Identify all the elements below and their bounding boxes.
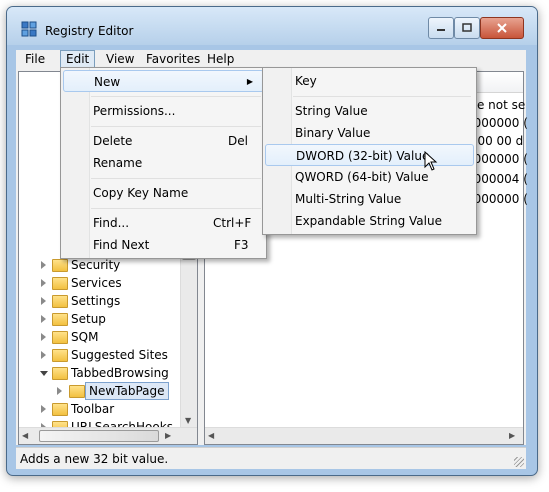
tree-item-label: SQM <box>71 330 99 344</box>
menu-item-find[interactable]: Find... Ctrl+F <box>63 212 264 234</box>
expand-arrow-icon[interactable] <box>41 405 46 413</box>
menu-item-label: String Value <box>295 104 368 118</box>
submenu-item-multi-string-value[interactable]: Multi-String Value <box>265 188 474 210</box>
expand-arrow-icon[interactable] <box>41 297 46 305</box>
close-icon <box>497 23 507 33</box>
window-title: Registry Editor <box>45 24 134 38</box>
menu-item-label: Key <box>295 74 317 88</box>
tree-item-label: Suggested Sites <box>71 348 168 362</box>
menu-separator <box>91 126 261 127</box>
folder-icon <box>52 277 68 290</box>
maximize-button[interactable] <box>454 17 480 39</box>
menu-item-label: Find Next <box>93 238 150 252</box>
menu-item-shortcut: F3 <box>234 238 249 252</box>
menu-file[interactable]: File <box>19 51 51 68</box>
menu-item-label: Binary Value <box>295 126 371 140</box>
menu-item-permissions[interactable]: Permissions... <box>63 100 264 122</box>
tree-item-label: Toolbar <box>71 402 115 416</box>
values-horizontal-scrollbar[interactable]: ◀ ▶ <box>205 427 523 444</box>
minimize-button[interactable] <box>428 17 454 39</box>
submenu-item-qword-value[interactable]: QWORD (64-bit) Value <box>265 166 474 188</box>
scroll-down-icon[interactable]: ▼ <box>185 416 191 425</box>
resize-grip-icon[interactable] <box>514 457 524 467</box>
expand-arrow-icon[interactable] <box>41 333 46 341</box>
folder-icon <box>52 313 68 326</box>
scroll-left-icon[interactable]: ◀ <box>22 431 28 440</box>
menu-item-label: DWORD (32-bit) Value <box>296 149 430 163</box>
menu-item-delete[interactable]: Delete Del <box>63 130 264 152</box>
folder-icon <box>52 403 68 416</box>
edit-menu: New ▶ Permissions... Delete Del Rename C… <box>60 67 267 259</box>
menu-item-rename[interactable]: Rename <box>63 152 264 174</box>
submenu-arrow-icon: ▶ <box>246 77 253 86</box>
menu-item-label: QWORD (64-bit) Value <box>295 170 429 184</box>
submenu-item-binary-value[interactable]: Binary Value <box>265 122 474 144</box>
menu-item-label: Find... <box>93 216 130 230</box>
expand-arrow-icon[interactable] <box>41 261 46 269</box>
menu-separator <box>91 178 261 179</box>
new-submenu: Key String Value Binary Value DWORD (32-… <box>262 67 477 235</box>
submenu-item-key[interactable]: Key <box>265 70 474 92</box>
menu-separator <box>293 96 471 97</box>
menu-separator <box>91 96 261 97</box>
registry-editor-icon <box>21 21 37 37</box>
menu-item-copy-key-name[interactable]: Copy Key Name <box>63 182 264 204</box>
tree-item-label: Services <box>71 276 122 290</box>
submenu-item-string-value[interactable]: String Value <box>265 100 474 122</box>
menu-item-label: Permissions... <box>93 104 176 118</box>
status-text: Adds a new 32 bit value. <box>20 452 169 466</box>
close-button[interactable] <box>480 17 524 39</box>
menu-view[interactable]: View <box>100 51 140 68</box>
menu-item-label: Expandable String Value <box>295 214 442 228</box>
menu-item-find-next[interactable]: Find Next F3 <box>63 234 264 256</box>
title-bar[interactable]: Registry Editor <box>7 7 537 45</box>
menu-item-shortcut: Del <box>228 134 248 148</box>
scroll-thumb[interactable] <box>39 430 159 442</box>
menu-item-label: Multi-String Value <box>295 192 402 206</box>
tree-horizontal-scrollbar[interactable]: ◀ ▶ <box>19 427 197 444</box>
status-bar: Adds a new 32 bit value. <box>16 447 526 469</box>
expand-arrow-icon[interactable] <box>57 387 62 395</box>
menu-help[interactable]: Help <box>201 51 240 68</box>
expand-arrow-icon[interactable] <box>41 279 46 287</box>
menu-item-label: New <box>94 75 121 89</box>
submenu-item-dword-value[interactable]: DWORD (32-bit) Value <box>265 144 474 166</box>
menu-item-label: Delete <box>93 134 133 148</box>
tree-item-label: Setup <box>71 312 106 326</box>
scroll-left-icon[interactable]: ◀ <box>208 431 214 440</box>
scroll-right-icon[interactable]: ▶ <box>509 431 515 440</box>
folder-icon <box>69 385 85 398</box>
tree-item-label: Settings <box>71 294 121 308</box>
menu-item-label: Copy Key Name <box>93 186 189 200</box>
expand-arrow-icon[interactable] <box>41 351 46 359</box>
mouse-pointer-icon <box>424 151 438 171</box>
menu-item-label: Rename <box>93 156 143 170</box>
minimize-icon <box>437 29 445 31</box>
maximize-icon <box>462 23 472 32</box>
collapse-arrow-icon[interactable] <box>40 371 48 376</box>
tree-item-label: NewTabPage <box>85 382 169 400</box>
menu-item-shortcut: Ctrl+F <box>213 216 252 230</box>
menu-favorites[interactable]: Favorites <box>140 51 206 68</box>
folder-open-icon <box>52 367 68 380</box>
scroll-right-icon[interactable]: ▶ <box>165 431 171 440</box>
folder-icon <box>52 295 68 308</box>
folder-icon <box>52 349 68 362</box>
tree-item-label: TabbedBrowsing <box>71 366 169 380</box>
expand-arrow-icon[interactable] <box>41 315 46 323</box>
submenu-item-expandable-string-value[interactable]: Expandable String Value <box>265 210 474 232</box>
folder-icon <box>52 331 68 344</box>
menu-separator <box>91 208 261 209</box>
folder-icon <box>52 259 68 272</box>
menu-item-new[interactable]: New ▶ <box>63 70 264 92</box>
